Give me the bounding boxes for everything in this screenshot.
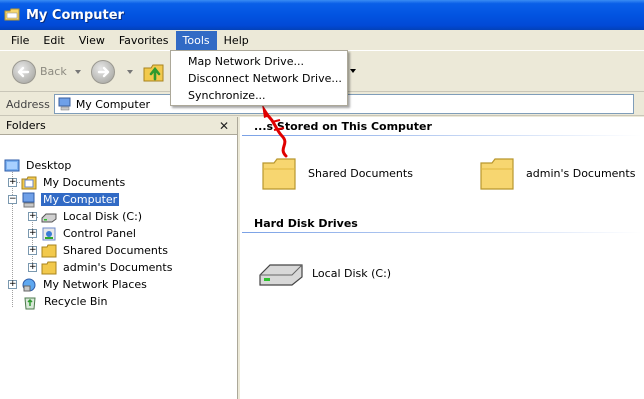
tree-label: My Documents (43, 176, 126, 189)
tree-label: Desktop (26, 159, 72, 172)
tree-item-admins-documents[interactable]: + admin's Documents (28, 259, 174, 276)
back-history-dropdown-icon[interactable] (74, 69, 81, 74)
tree-label: My Network Places (43, 278, 147, 291)
my-computer-icon (58, 97, 72, 111)
views-dropdown-icon[interactable] (350, 69, 356, 73)
tree-item-my-computer[interactable]: − My Computer (8, 191, 120, 208)
group-header-hard-disk-drives: Hard Disk Drives (254, 217, 358, 230)
expand-icon[interactable]: + (28, 212, 37, 221)
tree-item-control-panel[interactable]: + Control Panel (28, 225, 138, 242)
item-label: admin's Documents (526, 166, 636, 180)
tree-item-desktop[interactable]: Desktop (4, 157, 73, 174)
collapse-icon[interactable]: − (8, 195, 17, 204)
tree-item-shared-documents[interactable]: + Shared Documents (28, 242, 170, 259)
close-icon[interactable]: ✕ (219, 119, 229, 133)
expand-icon[interactable]: + (8, 280, 17, 289)
item-local-disk[interactable]: Local Disk (C:) (258, 253, 391, 293)
item-label: Shared Documents (308, 166, 413, 180)
tree-label: My Computer (41, 193, 120, 206)
menu-item-map-network-drive[interactable]: Map Network Drive... (171, 53, 347, 70)
item-admins-documents[interactable]: admin's Documents (478, 153, 635, 193)
tree-item-my-network-places[interactable]: + My Network Places (8, 276, 149, 293)
my-documents-icon (21, 175, 37, 191)
forward-button[interactable] (87, 56, 123, 88)
forward-arrow-icon (90, 59, 115, 84)
tree-item-local-disk[interactable]: + Local Disk (C:) (28, 208, 144, 225)
window-title: My Computer (26, 7, 124, 23)
folder-window-icon (4, 8, 20, 22)
menu-edit[interactable]: Edit (36, 31, 71, 50)
expand-icon[interactable]: + (28, 229, 37, 238)
tree-label: admin's Documents (63, 261, 173, 274)
my-computer-icon (21, 192, 37, 208)
tree-item-recycle-bin[interactable]: Recycle Bin (22, 293, 109, 310)
menu-tools[interactable]: Tools (175, 30, 217, 50)
tree-label: Shared Documents (63, 244, 168, 257)
tree-label: Recycle Bin (44, 295, 108, 308)
forward-history-dropdown-icon[interactable] (126, 69, 133, 74)
address-label: Address (6, 97, 50, 111)
expand-icon[interactable]: + (28, 263, 37, 272)
tree-item-my-documents[interactable]: + My Documents (8, 174, 127, 191)
network-places-icon (21, 277, 37, 293)
control-panel-icon (41, 226, 57, 242)
folders-pane: Folders ✕ Desktop + My Documents − My Co… (0, 117, 238, 399)
local-disk-icon (41, 209, 57, 225)
back-label: Back (40, 65, 67, 78)
folder-icon (41, 243, 57, 259)
desktop-icon (4, 158, 20, 174)
tree-label: Control Panel (63, 227, 136, 240)
folders-title: Folders (6, 119, 46, 132)
menu-view[interactable]: View (72, 31, 112, 50)
up-folder-icon[interactable] (141, 59, 167, 85)
folder-icon (478, 153, 518, 193)
back-arrow-icon (12, 59, 36, 84)
menu-favorites[interactable]: Favorites (112, 31, 176, 50)
title-bar[interactable]: My Computer (0, 0, 644, 30)
folder-icon (41, 260, 57, 276)
menu-item-synchronize[interactable]: Synchronize... (171, 87, 347, 104)
tree-label: Local Disk (C:) (63, 210, 143, 223)
hard-disk-icon (258, 253, 304, 293)
tools-dropdown-menu: Map Network Drive... Disconnect Network … (170, 50, 348, 106)
expand-icon[interactable]: + (8, 178, 17, 187)
back-button[interactable]: Back (8, 56, 71, 88)
menu-help[interactable]: Help (217, 31, 256, 50)
address-value: My Computer (75, 97, 150, 111)
recycle-bin-icon (22, 294, 38, 310)
menu-item-disconnect-network-drive[interactable]: Disconnect Network Drive... (171, 70, 347, 87)
folders-header: Folders ✕ (0, 117, 237, 135)
item-label: Local Disk (C:) (312, 266, 392, 280)
menu-file[interactable]: File (4, 31, 36, 50)
expand-icon[interactable]: + (28, 246, 37, 255)
menu-bar: File Edit View Favorites Tools Help (0, 30, 644, 51)
annotation-arrow-icon (250, 96, 310, 166)
